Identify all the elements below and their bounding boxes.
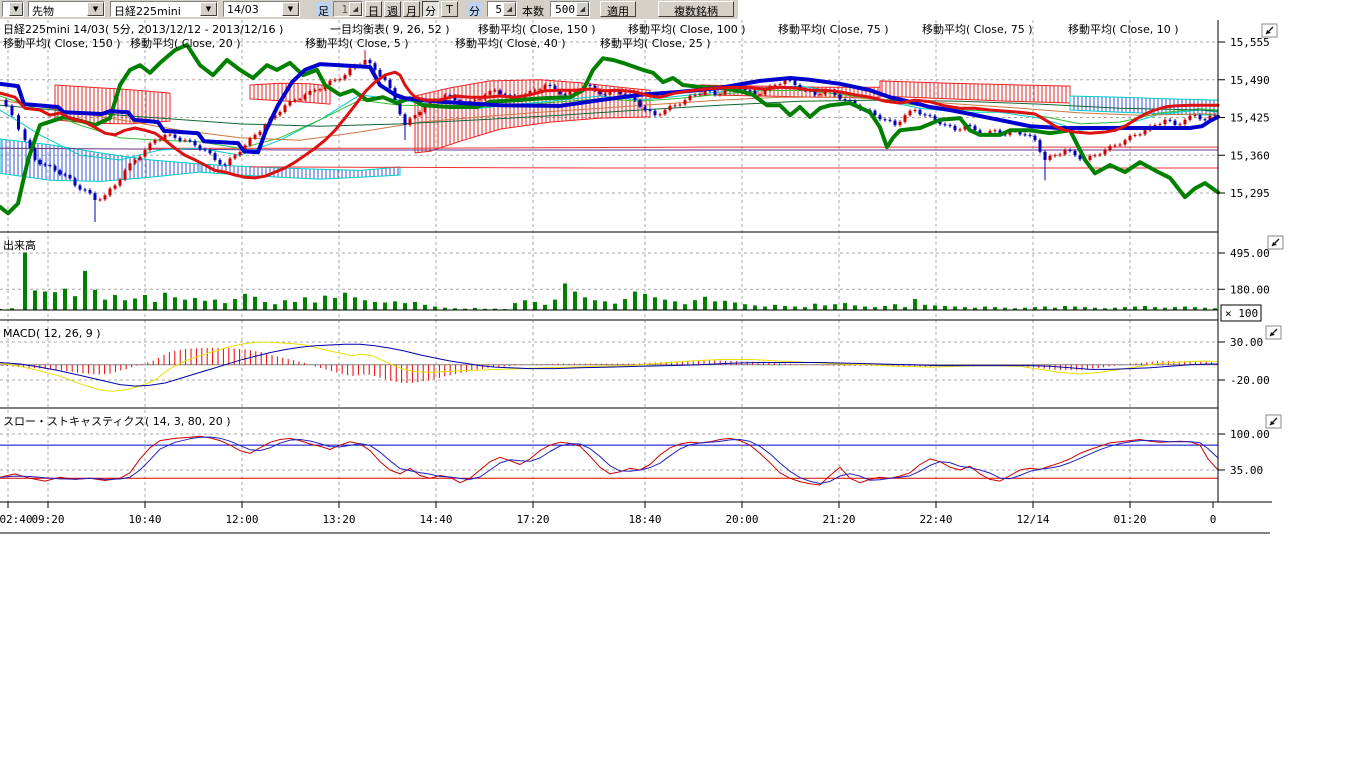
svg-text:移動平均( Close, 75 ): 移動平均( Close, 75 ) bbox=[778, 22, 889, 36]
symbol-category-combo[interactable]: 先物 ▼ bbox=[28, 1, 105, 17]
spinner-icon[interactable]: ◢ bbox=[576, 2, 589, 16]
svg-text:移動平均( Close, 100 ): 移動平均( Close, 100 ) bbox=[628, 22, 746, 36]
svg-text:-20.00: -20.00 bbox=[1230, 374, 1270, 387]
spinner-icon[interactable]: ◢ bbox=[503, 2, 516, 16]
svg-text:10:40: 10:40 bbox=[128, 513, 161, 526]
period-buttons: 日週月分T bbox=[365, 1, 458, 17]
chevron-down-icon[interactable]: ▼ bbox=[282, 2, 299, 16]
svg-text:01:20: 01:20 bbox=[1113, 513, 1146, 526]
svg-text:スロー・ストキャスティクス( 14, 3, 80, 20 ): スロー・ストキャスティクス( 14, 3, 80, 20 ) bbox=[3, 415, 231, 428]
spinner-icon[interactable]: ◢ bbox=[349, 2, 362, 16]
svg-text:移動平均( Close, 5 ): 移動平均( Close, 5 ) bbox=[305, 36, 409, 50]
period-button-週[interactable]: 週 bbox=[384, 1, 401, 17]
svg-text:出来高: 出来高 bbox=[3, 238, 36, 252]
axis-scale-button[interactable] bbox=[1266, 415, 1281, 428]
symbol-category-value: 先物 bbox=[29, 2, 87, 16]
chevron-down-icon[interactable]: ▼ bbox=[9, 2, 23, 16]
stochastics-layer bbox=[0, 436, 1218, 485]
svg-text:15,360: 15,360 bbox=[1230, 149, 1270, 162]
chart-area[interactable]: 15,555 15,490 15,425 15,360 15,295 495.00 180.… bbox=[0, 19, 1366, 564]
time-axis: 02:4009:20 10:40 12:00 13:20 14:40 17:20 18:40… bbox=[0, 502, 1216, 526]
svg-text:30.00: 30.00 bbox=[1230, 336, 1263, 349]
chevron-down-icon[interactable]: ▼ bbox=[200, 2, 217, 16]
chart-header: 日経225mini 14/03( 5分, 2013/12/12 - 2013/1… bbox=[3, 22, 1179, 50]
svg-text:35.00: 35.00 bbox=[1230, 464, 1263, 477]
candles-layer bbox=[5, 50, 1217, 222]
svg-text:02:40: 02:40 bbox=[0, 513, 33, 526]
svg-text:移動平均( Close, 75 ): 移動平均( Close, 75 ) bbox=[922, 22, 1033, 36]
apply-button[interactable]: 適用 bbox=[600, 1, 636, 17]
svg-text:移動平均( Close, 150 ): 移動平均( Close, 150 ) bbox=[3, 36, 121, 50]
svg-text:22:40: 22:40 bbox=[919, 513, 952, 526]
minutes-stepper[interactable]: 5 ◢ bbox=[487, 1, 517, 17]
volume-layer bbox=[0, 252, 1218, 310]
volume-multiplier-badge: × 100 bbox=[1221, 305, 1261, 321]
svg-text:移動平均( Close, 20 ): 移動平均( Close, 20 ) bbox=[130, 36, 241, 50]
period-button-分[interactable]: 分 bbox=[422, 1, 439, 17]
svg-text:移動平均( Close, 40 ): 移動平均( Close, 40 ) bbox=[455, 36, 566, 50]
axis-scale-button[interactable] bbox=[1268, 236, 1283, 249]
symbol-combo[interactable]: 日経225mini ▼ bbox=[110, 1, 218, 17]
bar-multiple-stepper[interactable]: 1 ◢ bbox=[333, 1, 363, 17]
svg-text:15,555: 15,555 bbox=[1230, 36, 1270, 49]
axis-scale-button[interactable] bbox=[1266, 326, 1281, 339]
svg-text:495.00: 495.00 bbox=[1230, 247, 1270, 260]
contract-month-value: 14/03 bbox=[224, 2, 282, 16]
svg-text:移動平均( Close, 10 ): 移動平均( Close, 10 ) bbox=[1068, 22, 1179, 36]
minutes-label: 分 bbox=[467, 2, 482, 16]
symbol-value: 日経225mini bbox=[111, 2, 200, 16]
period-button-日[interactable]: 日 bbox=[365, 1, 382, 17]
svg-text:12/14: 12/14 bbox=[1016, 513, 1049, 526]
svg-text:21:20: 21:20 bbox=[822, 513, 855, 526]
svg-text:0: 0 bbox=[1210, 513, 1217, 526]
axis-scale-button[interactable] bbox=[1262, 24, 1277, 37]
svg-text:13:20: 13:20 bbox=[322, 513, 355, 526]
svg-text:15,425: 15,425 bbox=[1230, 112, 1270, 125]
thick-ma-layer bbox=[0, 45, 1218, 213]
multi-symbol-button[interactable]: 複数銘柄 bbox=[658, 1, 734, 17]
chevron-down-icon[interactable]: ▼ bbox=[87, 2, 104, 16]
svg-text:14:40: 14:40 bbox=[419, 513, 452, 526]
macd-layer bbox=[0, 342, 1218, 391]
svg-text:MACD( 12, 26, 9 ): MACD( 12, 26, 9 ) bbox=[3, 327, 101, 340]
svg-text:移動平均( Close, 150 ): 移動平均( Close, 150 ) bbox=[478, 22, 596, 36]
svg-text:日経225mini 14/03( 5分, 2013/12/1: 日経225mini 14/03( 5分, 2013/12/12 - 2013/1… bbox=[3, 23, 283, 36]
svg-text:移動平均( Close, 25 ): 移動平均( Close, 25 ) bbox=[600, 36, 711, 50]
svg-text:× 100: × 100 bbox=[1225, 307, 1258, 320]
svg-text:180.00: 180.00 bbox=[1230, 283, 1270, 296]
svg-text:100.00: 100.00 bbox=[1230, 428, 1270, 441]
preset-combo[interactable]: ▼ bbox=[2, 1, 24, 17]
minutes-value: 5 bbox=[488, 2, 503, 16]
contract-month-combo[interactable]: 14/03 ▼ bbox=[223, 1, 300, 17]
svg-text:20:00: 20:00 bbox=[725, 513, 758, 526]
count-label: 本数 bbox=[522, 3, 544, 19]
svg-text:15,295: 15,295 bbox=[1230, 187, 1270, 200]
bar-type-label: 足 bbox=[316, 2, 331, 16]
bar-multiple-value: 1 bbox=[334, 2, 349, 16]
count-value: 500 bbox=[551, 2, 576, 16]
svg-text:15,490: 15,490 bbox=[1230, 74, 1270, 87]
toolbar: ▼ 先物 ▼ 日経225mini ▼ 14/03 ▼ 足 1 ◢ 日週月分T 分… bbox=[0, 0, 738, 19]
panel-labels: 出来高 MACD( 12, 26, 9 ) スロー・ストキャスティクス( 14, 3… bbox=[3, 238, 231, 428]
app-window: ▼ 先物 ▼ 日経225mini ▼ 14/03 ▼ 足 1 ◢ 日週月分T 分… bbox=[0, 0, 1366, 768]
count-stepper[interactable]: 500 ◢ bbox=[550, 1, 590, 17]
svg-text:17:20: 17:20 bbox=[516, 513, 549, 526]
svg-text:18:40: 18:40 bbox=[628, 513, 661, 526]
svg-text:12:00: 12:00 bbox=[225, 513, 258, 526]
period-button-月[interactable]: 月 bbox=[403, 1, 420, 17]
period-button-T[interactable]: T bbox=[441, 1, 458, 17]
svg-text:一目均衡表( 9, 26, 52 ): 一目均衡表( 9, 26, 52 ) bbox=[330, 22, 450, 36]
svg-text:09:20: 09:20 bbox=[31, 513, 64, 526]
